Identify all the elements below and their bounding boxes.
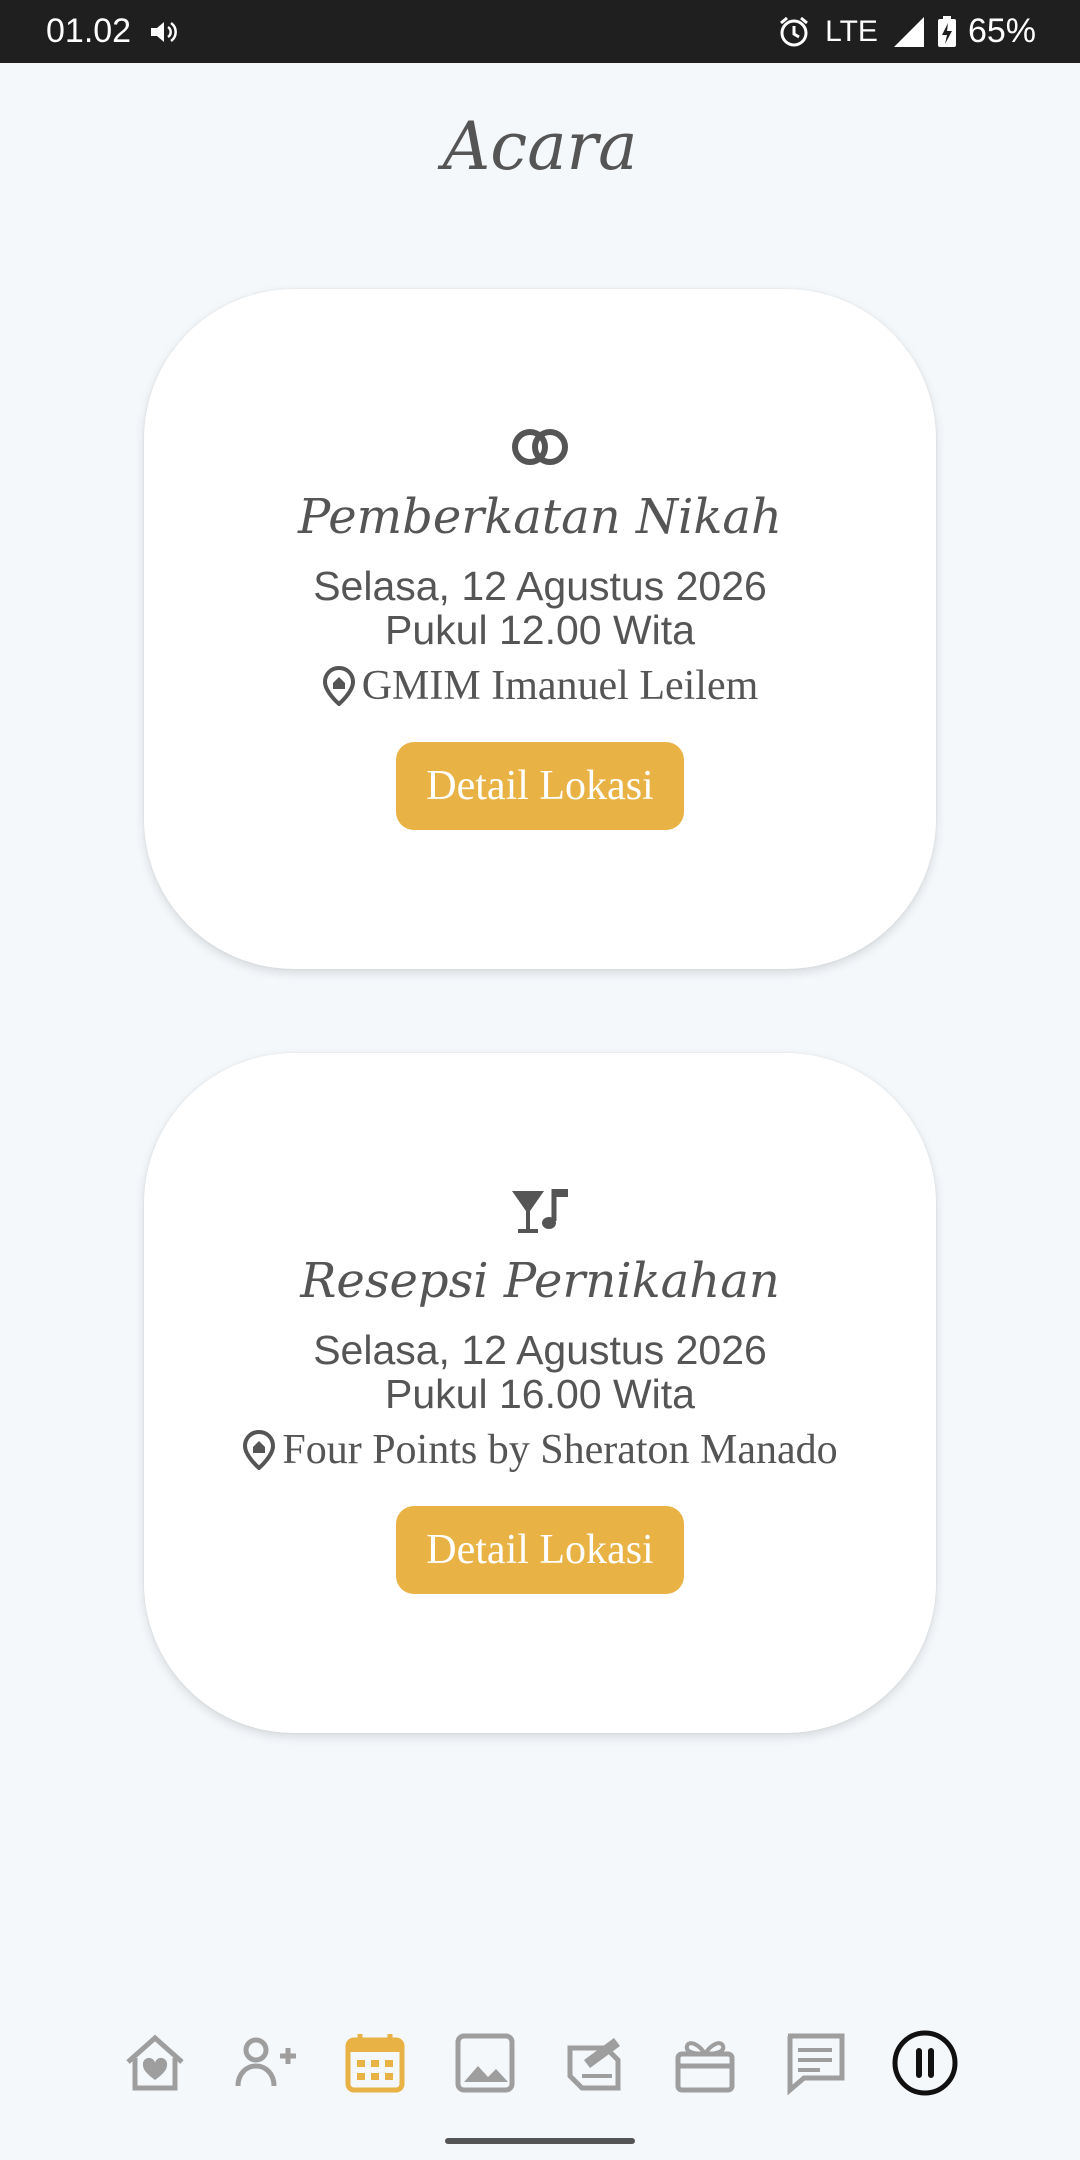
- battery-charging-icon: [937, 15, 956, 47]
- event-location-name: Four Points by Sheraton Manado: [282, 1426, 838, 1473]
- page-title: Acara: [442, 108, 638, 185]
- event-location: Four Points by Sheraton Manado: [242, 1426, 838, 1474]
- home-indicator: [445, 2138, 635, 2144]
- nav-gallery[interactable]: [450, 2028, 520, 2098]
- nav-wishes[interactable]: [780, 2028, 850, 2098]
- nav-events[interactable]: [340, 2028, 410, 2098]
- cocktail-music-icon: [512, 1189, 568, 1233]
- event-card-pemberkatan: Pemberkatan Nikah Selasa, 12 Agustus 202…: [144, 289, 936, 969]
- rings-icon: [512, 429, 568, 465]
- nav-guests[interactable]: [230, 2028, 300, 2098]
- signal-icon: [893, 16, 924, 47]
- gift-icon: [675, 2041, 735, 2093]
- location-pin-icon: [243, 1429, 276, 1470]
- music-pause-button[interactable]: [890, 2028, 960, 2098]
- nav-guestbook[interactable]: [560, 2028, 630, 2098]
- event-title: Pemberkatan Nikah: [298, 489, 782, 545]
- home-heart-icon: [126, 2034, 184, 2091]
- chat-icon: [787, 2033, 845, 2096]
- volume-icon: [151, 21, 178, 42]
- image-icon: [455, 2033, 515, 2093]
- nav-home[interactable]: [120, 2028, 190, 2098]
- event-location: GMIM Imanuel Leilem: [322, 662, 759, 710]
- event-card-resepsi: Resepsi Pernikahan Selasa, 12 Agustus 20…: [144, 1053, 936, 1733]
- event-title: Resepsi Pernikahan: [300, 1253, 780, 1309]
- user-add-icon: [235, 2037, 296, 2087]
- event-time: Pukul 12.00 Wita: [385, 606, 695, 653]
- status-bar: 01.02 LTE 65%: [0, 0, 1080, 63]
- pause-icon: [892, 2030, 958, 2096]
- detail-location-button[interactable]: Detail Lokasi: [396, 741, 684, 830]
- event-date: Selasa, 12 Agustus 2026: [313, 1326, 767, 1373]
- bottom-nav: [0, 2018, 1080, 2108]
- event-date: Selasa, 12 Agustus 2026: [313, 562, 767, 609]
- status-time: 01.02: [46, 12, 132, 50]
- event-time: Pukul 16.00 Wita: [385, 1370, 695, 1417]
- detail-location-button[interactable]: Detail Lokasi: [396, 1505, 684, 1594]
- battery-level: 65%: [967, 12, 1036, 50]
- alarm-icon: [780, 16, 809, 46]
- network-type: LTE: [825, 14, 878, 48]
- book-write-icon: [567, 2038, 621, 2091]
- location-pin-icon: [322, 665, 355, 706]
- event-location-name: GMIM Imanuel Leilem: [361, 662, 759, 709]
- calendar-icon: [345, 2034, 405, 2093]
- nav-gift[interactable]: [670, 2028, 740, 2098]
